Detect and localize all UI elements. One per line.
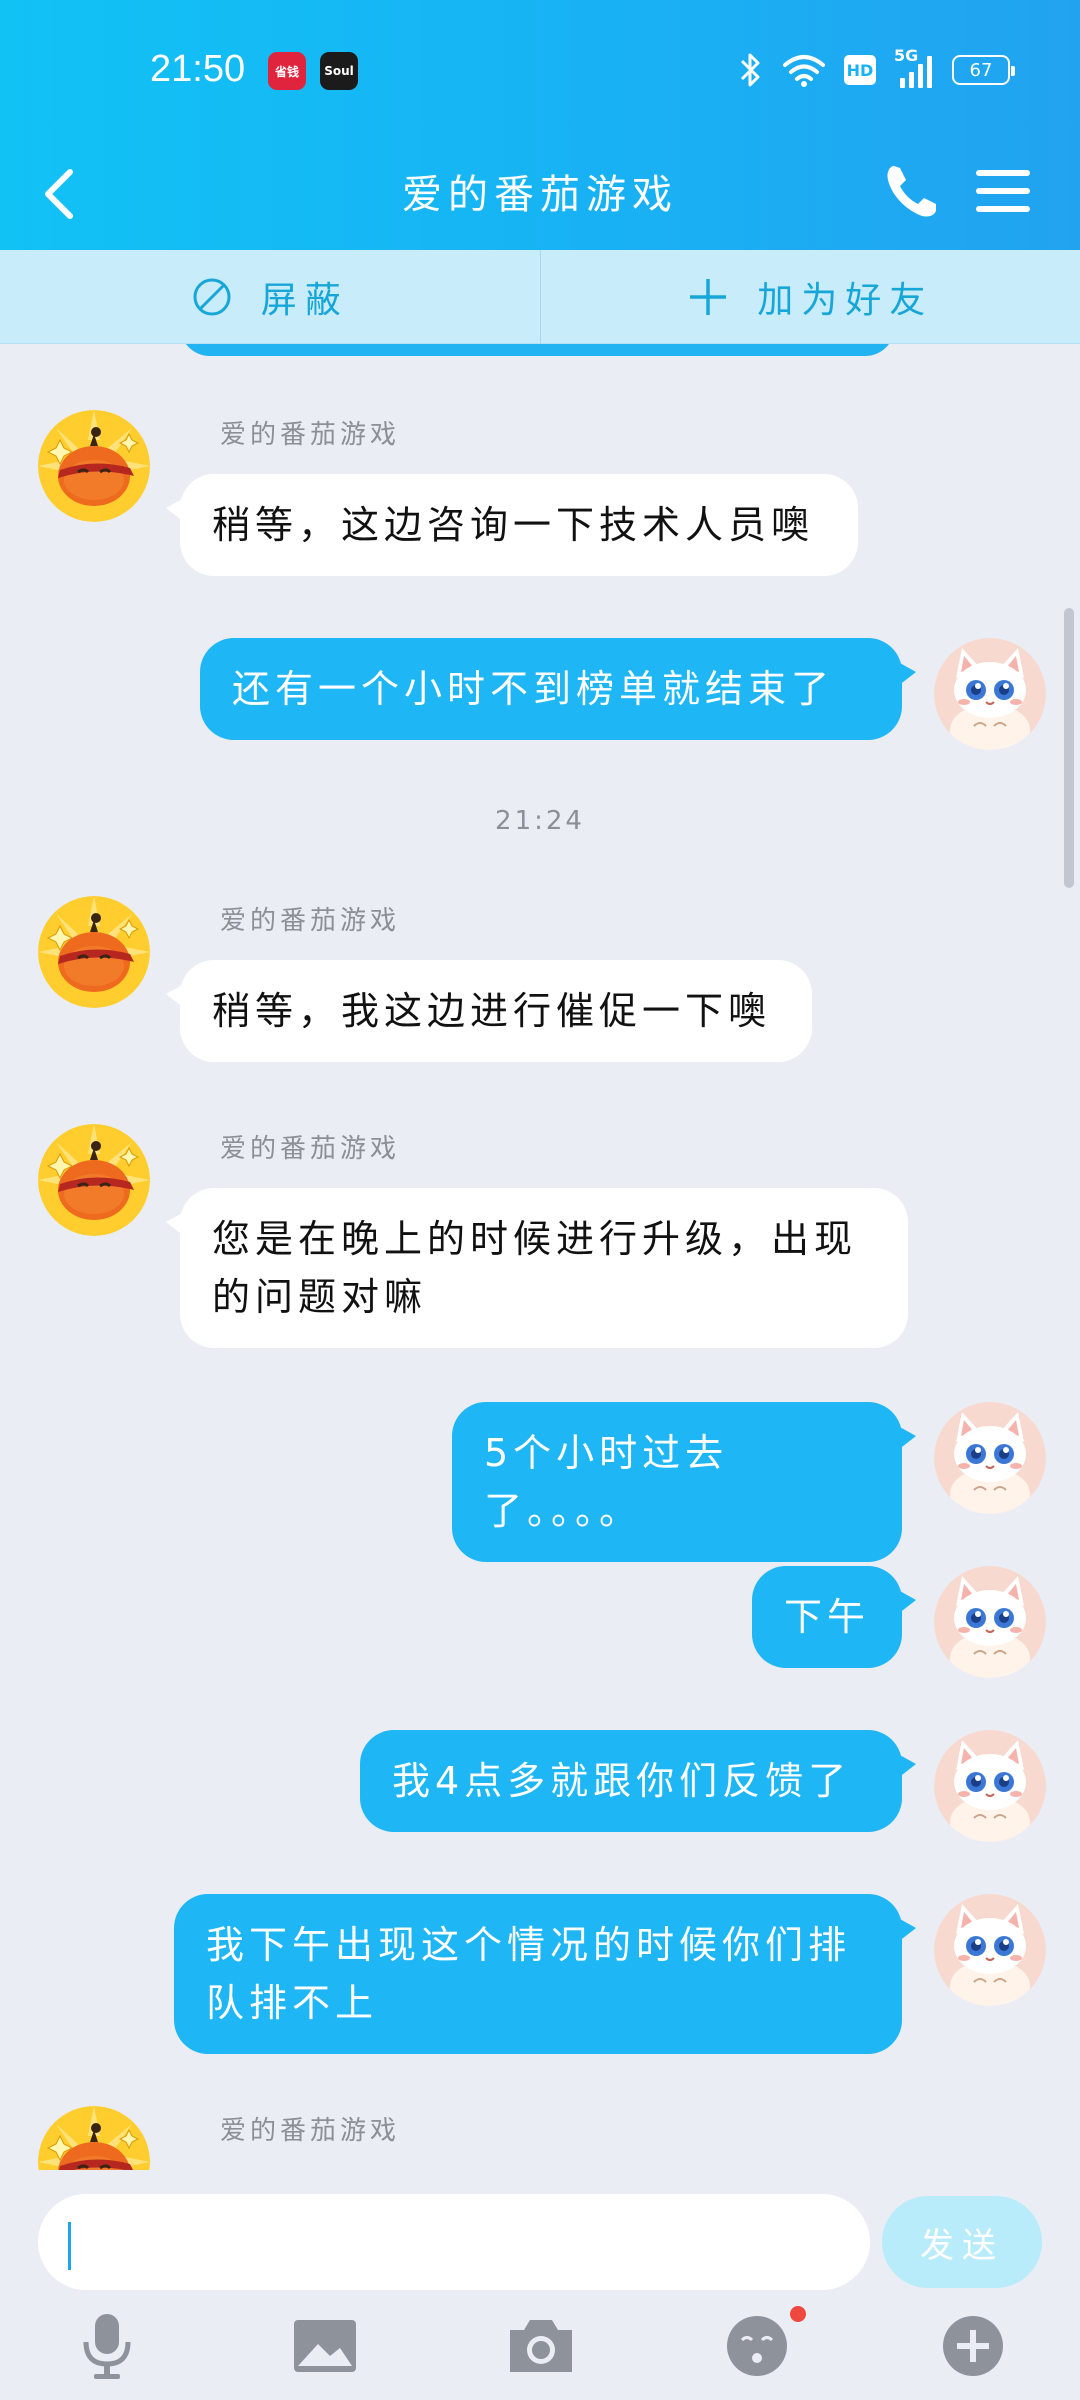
sender-name: 爱的番茄游戏 <box>220 906 401 936</box>
my-avatar[interactable] <box>934 1894 1046 2006</box>
chat-messages[interactable]: 爱的番茄游戏 稍等，这边咨询一下技术人员噢 还有一个小时不到榜单就结束了 21:… <box>0 344 1080 2170</box>
soul-app-icon: Soul <box>320 52 358 90</box>
message-bubble-incoming[interactable]: 稍等，这边咨询一下技术人员噢 <box>166 474 858 576</box>
phone-call-icon[interactable] <box>880 158 940 224</box>
hd-badge: HD <box>844 55 876 85</box>
status-bar: 21:50 省钱 Soul HD 5G 67 <box>0 0 1080 140</box>
contact-avatar[interactable] <box>38 2106 150 2170</box>
input-toolbar <box>0 2310 1080 2400</box>
stranger-action-bar: 屏蔽 加为好友 <box>0 250 1080 344</box>
signal-icon: 5G <box>894 46 934 88</box>
previous-message-bubble <box>180 344 895 356</box>
navigation-bar: 爱的番茄游戏 <box>0 140 1080 250</box>
message-timestamp: 21:24 <box>495 806 585 836</box>
message-bubble-incoming[interactable]: 您是在晚上的时候进行升级，出现的问题对嘛 <box>166 1188 908 1348</box>
microphone-icon[interactable] <box>72 2310 142 2380</box>
add-friend-label: 加为好友 <box>757 279 934 321</box>
bluetooth-icon <box>740 53 760 87</box>
header: 21:50 省钱 Soul HD 5G 67 爱的番茄游戏 <box>0 0 1080 250</box>
my-avatar[interactable] <box>934 1730 1046 1842</box>
scrollbar[interactable] <box>1064 608 1074 888</box>
notification-dot <box>790 2306 806 2322</box>
contact-avatar[interactable] <box>38 410 150 522</box>
message-input[interactable] <box>38 2194 870 2290</box>
emoji-icon[interactable] <box>722 2310 792 2380</box>
message-bubble-outgoing[interactable]: 下午 <box>752 1566 916 1668</box>
send-button[interactable]: 发送 <box>882 2196 1042 2288</box>
input-area: 发送 <box>0 2170 1080 2400</box>
text-cursor <box>68 2222 71 2270</box>
sender-name: 爱的番茄游戏 <box>220 420 401 450</box>
block-label: 屏蔽 <box>260 279 349 321</box>
shengqian-app-icon: 省钱 <box>268 52 306 90</box>
contact-avatar[interactable] <box>38 1124 150 1236</box>
plus-icon <box>690 278 727 315</box>
network-type: 5G <box>894 46 919 65</box>
status-time: 21:50 <box>150 48 246 90</box>
plus-icon[interactable] <box>938 2310 1008 2380</box>
wifi-icon <box>783 55 825 87</box>
image-icon[interactable] <box>290 2310 360 2380</box>
sender-name: 爱的番茄游戏 <box>220 1134 401 1164</box>
message-bubble-outgoing[interactable]: 5个小时过去了。。。。 <box>452 1402 916 1562</box>
menu-icon[interactable] <box>970 158 1036 224</box>
contact-avatar[interactable] <box>38 896 150 1008</box>
message-bubble-outgoing[interactable]: 我下午出现这个情况的时候你们排队排不上 <box>174 1894 916 2054</box>
my-avatar[interactable] <box>934 1566 1046 1678</box>
block-button[interactable]: 屏蔽 <box>0 250 540 343</box>
block-icon <box>193 278 231 315</box>
message-bubble-outgoing[interactable]: 我4点多就跟你们反馈了 <box>360 1730 916 1832</box>
status-icons: HD 5G 67 <box>736 46 1015 90</box>
camera-icon[interactable] <box>506 2310 576 2380</box>
message-bubble-incoming[interactable]: 稍等，我这边进行催促一下噢 <box>166 960 812 1062</box>
battery-icon: 67 <box>952 55 1015 85</box>
message-bubble-outgoing[interactable]: 还有一个小时不到榜单就结束了 <box>200 638 916 740</box>
my-avatar[interactable] <box>934 638 1046 750</box>
add-friend-button[interactable]: 加为好友 <box>541 250 1080 343</box>
my-avatar[interactable] <box>934 1402 1046 1514</box>
sender-name: 爱的番茄游戏 <box>220 2116 401 2146</box>
